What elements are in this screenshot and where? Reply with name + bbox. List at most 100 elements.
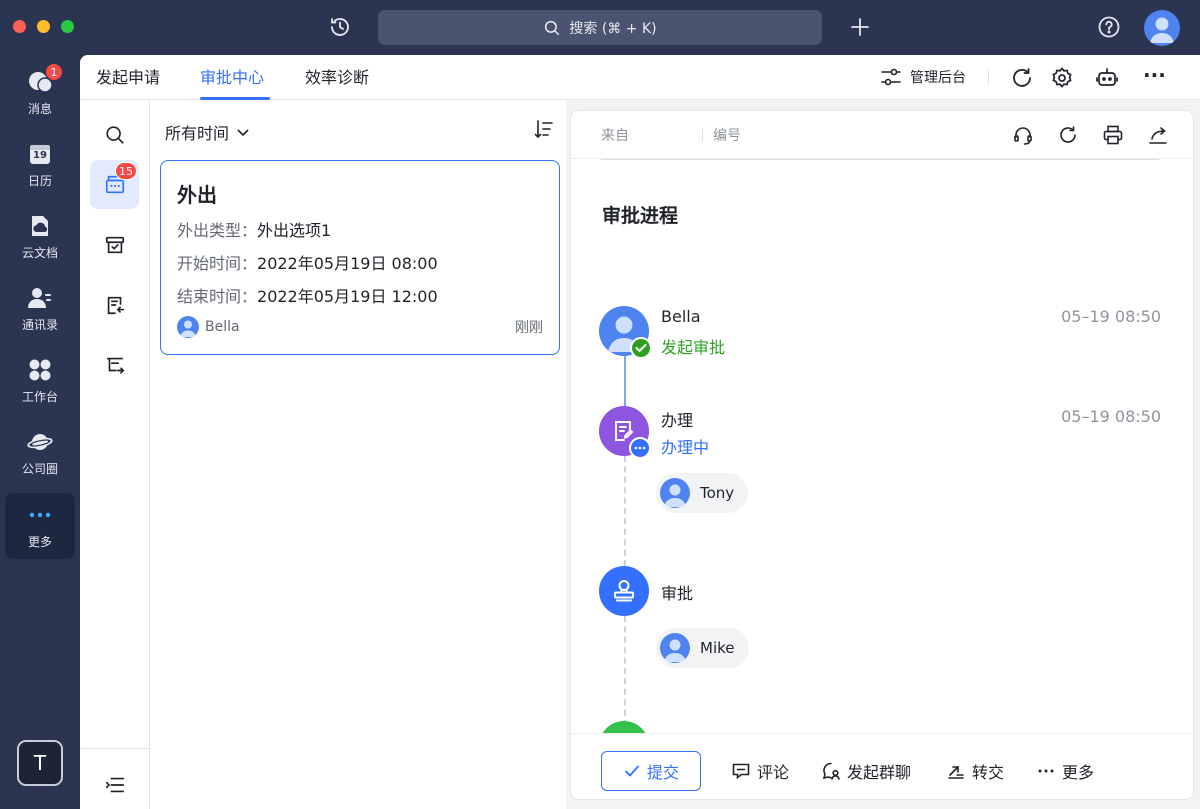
approval-subnav: 15 <box>80 100 150 809</box>
tab-approval-center[interactable]: 审批中心 <box>200 55 264 100</box>
timeline-connector <box>624 616 626 726</box>
bot-icon[interactable] <box>1095 66 1119 90</box>
sidebar-item-contacts[interactable]: 通讯录 <box>5 277 75 341</box>
approval-list-pane: 所有时间 外出 外出类型：外出选项1 开始时间：2022年05月19日 08:0… <box>150 100 566 809</box>
node-name: Bella <box>661 307 701 326</box>
sidebar-item-docs[interactable]: 云文档 <box>5 205 75 269</box>
avatar <box>660 633 690 663</box>
card-title: 外出 <box>177 183 217 207</box>
more-options-button[interactable]: ··· <box>1143 63 1173 87</box>
calendar-day: 19 <box>33 150 47 161</box>
global-search[interactable]: 搜索 (⌘ + K) <box>378 10 822 45</box>
row-value: 2022年05月19日 12:00 <box>257 287 438 306</box>
row-key: 开始时间： <box>177 254 258 273</box>
time-filter-label: 所有时间 <box>165 124 230 143</box>
comment-label: 评论 <box>757 763 790 782</box>
transfer-icon <box>948 766 964 779</box>
settings-gear-icon[interactable] <box>1050 66 1074 90</box>
timeline-node-approve <box>599 566 649 616</box>
card-row: 结束时间：2022年05月19日 12:00 <box>177 283 438 307</box>
help-icon[interactable] <box>1097 15 1121 39</box>
collapse-menu-button[interactable] <box>90 760 139 809</box>
search-icon <box>105 125 124 144</box>
stamp-icon <box>614 580 634 602</box>
sidebar-item-label: 通讯录 <box>21 318 58 332</box>
more-actions-label: 更多 <box>1062 763 1095 782</box>
from-label: 来自 <box>601 128 629 144</box>
transfer-button[interactable]: 转交 <box>946 751 1004 791</box>
search-button[interactable] <box>90 110 139 159</box>
sidebar-item-label: 工作台 <box>21 390 58 404</box>
main-area: 发起申请 审批中心 效率诊断 管理后台 ··· 15 所有时间 外出 外出类型：… <box>80 55 1200 809</box>
search-icon <box>545 20 560 35</box>
refresh-icon[interactable] <box>1010 66 1034 90</box>
sort-icon[interactable] <box>533 118 555 140</box>
sliders-icon <box>881 68 901 86</box>
node-status: 办理中 <box>661 438 710 457</box>
timeline-node-initiator <box>599 306 652 359</box>
number-label: 编号 <box>713 128 741 144</box>
node-time: 05–19 08:50 <box>1061 307 1161 326</box>
admin-label: 管理后台 <box>910 70 966 86</box>
more-dots-badge-icon <box>629 437 651 459</box>
submitted-button[interactable] <box>90 280 139 329</box>
tenant-switcher[interactable]: T <box>17 740 63 786</box>
node-time: 05–19 08:50 <box>1061 407 1161 426</box>
card-row: 开始时间：2022年05月19日 08:00 <box>177 250 438 274</box>
timeline-node-handle <box>599 406 651 459</box>
sidebar-item-messages[interactable]: 1 消息 <box>5 61 75 125</box>
sidebar-item-moments[interactable]: 公司圈 <box>5 421 75 485</box>
sidebar-item-label: 消息 <box>27 102 52 116</box>
card-applicant: Bella <box>177 316 240 338</box>
person-icon <box>1150 17 1174 43</box>
row-key: 结束时间： <box>177 287 258 306</box>
row-value: 外出选项1 <box>257 221 332 240</box>
history-icon[interactable] <box>328 15 352 39</box>
sidebar-item-calendar[interactable]: 19 日历 <box>5 133 75 197</box>
messages-badge: 1 <box>45 63 63 81</box>
pending-count-badge: 15 <box>115 162 137 180</box>
group-chat-label: 发起群聊 <box>847 763 912 782</box>
pending-approvals-button[interactable]: 15 <box>90 160 139 209</box>
time-filter-dropdown[interactable]: 所有时间 <box>165 120 251 144</box>
sidebar-item-label: 公司圈 <box>21 462 58 476</box>
refresh-icon[interactable] <box>1057 124 1079 146</box>
sidebar-item-more[interactable]: 更多 <box>5 493 75 559</box>
cloud-doc-icon <box>27 213 53 239</box>
printer-icon[interactable] <box>1102 124 1124 146</box>
tab-new-request[interactable]: 发起申请 <box>96 55 160 100</box>
processed-button[interactable] <box>90 220 139 269</box>
plus-icon[interactable] <box>848 15 872 39</box>
tab-efficiency[interactable]: 效率诊断 <box>305 55 369 100</box>
sidebar-item-workbench[interactable]: 工作台 <box>5 349 75 413</box>
assignee-name: Mike <box>700 639 735 657</box>
user-avatar[interactable] <box>1144 10 1180 46</box>
more-actions-button[interactable]: 更多 <box>1036 751 1094 791</box>
title-bar: 搜索 (⌘ + K) <box>0 0 1200 55</box>
minimize-window-button[interactable] <box>37 20 50 33</box>
header-divider <box>702 128 703 142</box>
toolbar-divider <box>988 69 989 85</box>
comment-button[interactable]: 评论 <box>731 751 789 791</box>
headset-icon[interactable] <box>1012 124 1034 146</box>
assignee-chip[interactable]: Mike <box>656 628 749 668</box>
approval-card[interactable]: 外出 外出类型：外出选项1 开始时间：2022年05月19日 08:00 结束时… <box>160 160 560 355</box>
planet-icon <box>27 429 53 455</box>
cc-button[interactable] <box>90 340 139 389</box>
group-chat-button[interactable]: 发起群聊 <box>821 751 911 791</box>
share-icon[interactable] <box>1147 124 1169 146</box>
chat-icon: 1 <box>27 63 63 95</box>
admin-console-button[interactable]: 管理后台 <box>880 65 966 89</box>
document-arrow-icon <box>107 296 124 314</box>
node-status: 发起审批 <box>661 338 726 357</box>
submit-button[interactable]: 提交 <box>601 751 701 791</box>
close-window-button[interactable] <box>13 20 26 33</box>
submit-label: 提交 <box>646 763 679 782</box>
zoom-window-button[interactable] <box>61 20 74 33</box>
search-placeholder: 搜索 (⌘ + K) <box>569 20 657 37</box>
more-horizontal-icon <box>1038 769 1054 773</box>
sidebar-item-label: 更多 <box>27 535 52 549</box>
assignee-chip[interactable]: Tony <box>656 473 749 513</box>
more-dots-icon <box>27 502 53 528</box>
transfer-label: 转交 <box>972 763 1005 782</box>
